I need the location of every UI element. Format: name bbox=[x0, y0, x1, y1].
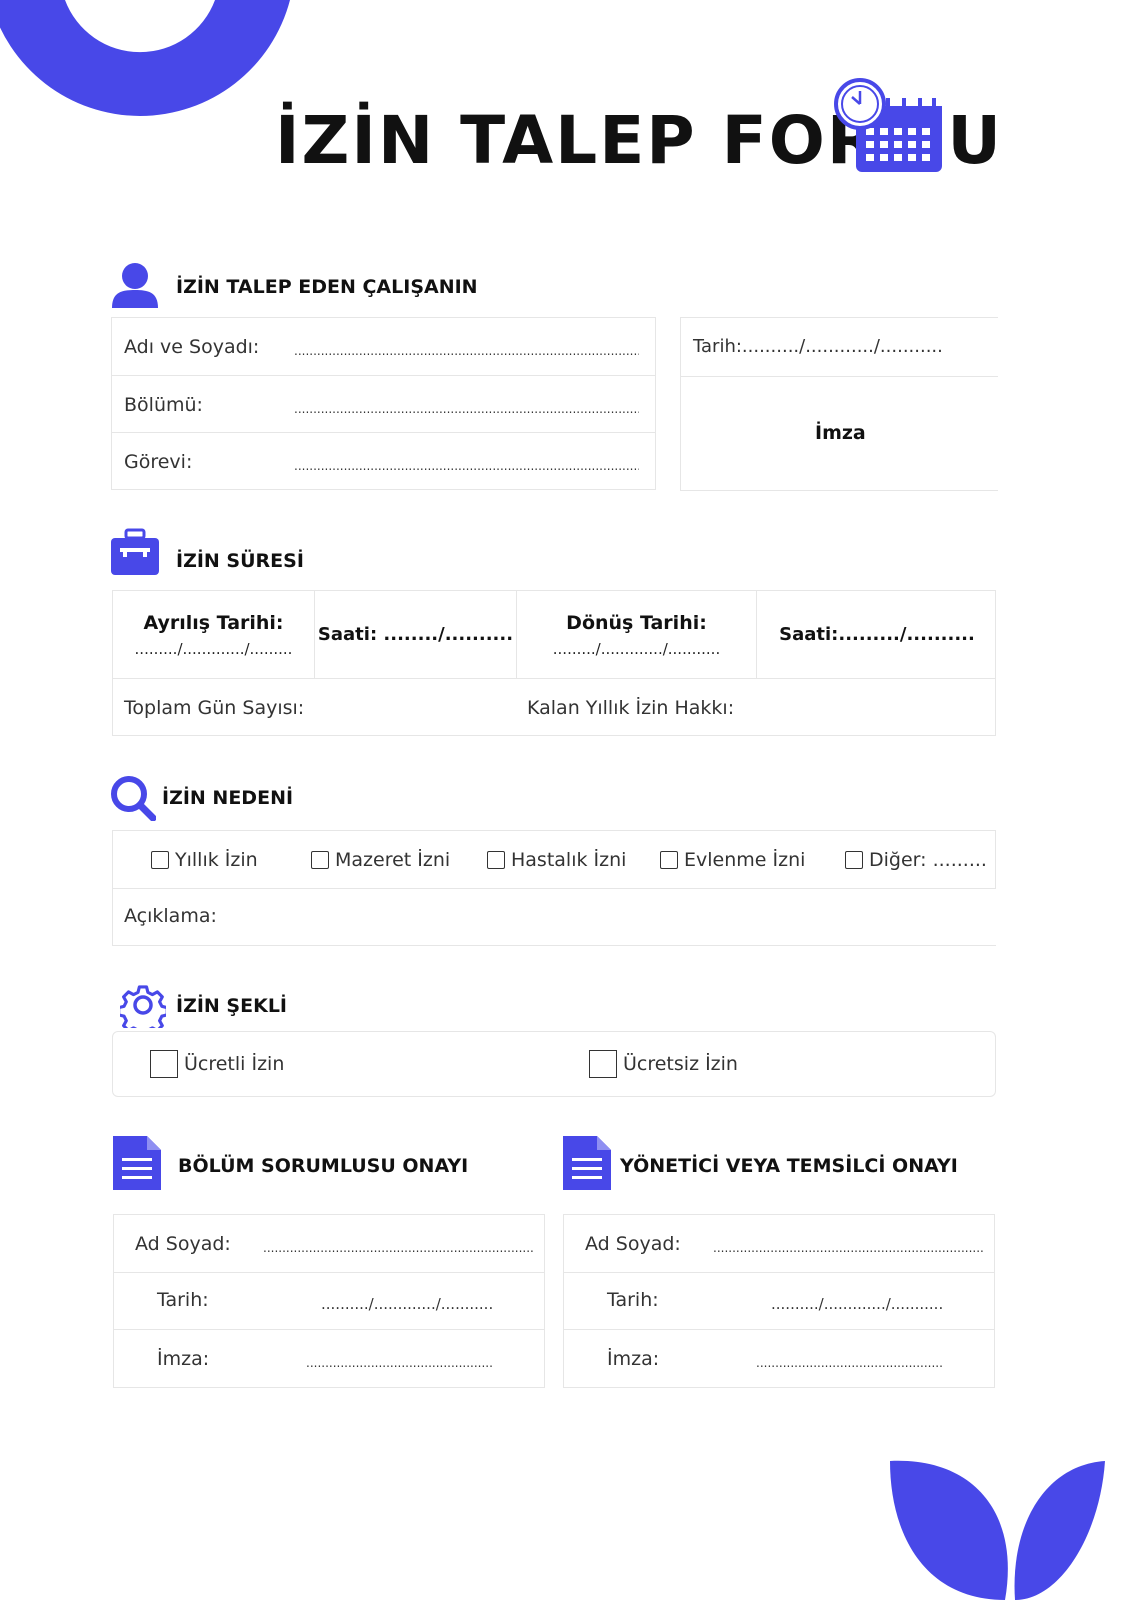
departure-label: Ayrılış Tarihi: bbox=[143, 611, 284, 634]
document-icon bbox=[113, 1136, 161, 1190]
checkbox[interactable] bbox=[589, 1050, 617, 1078]
role-field[interactable]: ........................................… bbox=[294, 459, 639, 473]
dept-row: Bölümü: ................................… bbox=[112, 376, 655, 433]
checkbox[interactable] bbox=[487, 851, 505, 869]
reason-box: Yıllık İzin Mazeret İzni Hastalık İzni E… bbox=[112, 830, 996, 946]
checkbox[interactable] bbox=[151, 851, 169, 869]
search-icon bbox=[111, 776, 156, 821]
employee-signature-label: İmza bbox=[815, 422, 866, 444]
decor-ring bbox=[0, 0, 290, 116]
mgr-approval-date-row: Tarih: ........../............./........… bbox=[564, 1273, 994, 1330]
mgr-approval-name-field[interactable]: ........................................… bbox=[713, 1241, 983, 1255]
remaining-leave-label[interactable]: Kalan Yıllık İzin Hakkı: bbox=[527, 697, 734, 719]
employee-info-box: Adı ve Soyadı: .........................… bbox=[111, 317, 656, 490]
dept-approval-name-row: Ad Soyad: ..............................… bbox=[114, 1215, 544, 1273]
dept-approval-box: Ad Soyad: ..............................… bbox=[113, 1214, 545, 1388]
mgr-approval-sign-field[interactable]: ........................................… bbox=[756, 1356, 942, 1370]
role-label: Görevi: bbox=[124, 451, 193, 473]
option-sick[interactable]: Hastalık İzni bbox=[487, 849, 626, 871]
dept-approval-date-label: Tarih: bbox=[157, 1289, 209, 1311]
calendar-clock-icon bbox=[834, 78, 942, 172]
name-field[interactable]: ........................................… bbox=[294, 344, 639, 358]
total-days-label[interactable]: Toplam Gün Sayısı: bbox=[124, 697, 304, 719]
duration-dates-row: Ayrılış Tarihi: ........./............./… bbox=[113, 591, 995, 679]
return-time: Saati:........./.......... bbox=[779, 624, 975, 645]
mgr-approval-date-field[interactable]: ........../............./........... bbox=[771, 1295, 943, 1313]
checkbox[interactable] bbox=[150, 1050, 178, 1078]
explanation-row: Açıklama: bbox=[113, 889, 996, 946]
name-label: Adı ve Soyadı: bbox=[124, 336, 260, 358]
dept-approval-sign-row: İmza: ..................................… bbox=[114, 1330, 544, 1388]
option-other[interactable]: Diğer: ......... bbox=[845, 849, 987, 871]
mgr-approval-box: Ad Soyad: ..............................… bbox=[563, 1214, 995, 1388]
employee-heading: İZİN TALEP EDEN ÇALIŞANIN bbox=[176, 276, 478, 298]
mgr-approval-heading: YÖNETİCİ VEYA TEMSİLCİ ONAYI bbox=[620, 1155, 958, 1177]
return-label: Dönüş Tarihi: bbox=[566, 611, 707, 634]
employee-date-row: Tarih:........../............/..........… bbox=[681, 318, 998, 377]
user-icon bbox=[112, 263, 158, 308]
checkbox[interactable] bbox=[660, 851, 678, 869]
mgr-approval-sign-row: İmza: ..................................… bbox=[564, 1330, 994, 1388]
briefcase-icon bbox=[111, 528, 159, 575]
mgr-approval-date-label: Tarih: bbox=[607, 1289, 659, 1311]
employee-signature-box: Tarih:........../............/..........… bbox=[680, 317, 998, 491]
dept-approval-heading: BÖLÜM SORUMLUSU ONAYI bbox=[178, 1155, 469, 1177]
dept-approval-name-field[interactable]: ........................................… bbox=[263, 1241, 533, 1255]
type-heading: İZİN ŞEKLİ bbox=[176, 995, 287, 1017]
gear-icon bbox=[120, 985, 166, 1028]
return-date: ........./............./........... bbox=[552, 639, 721, 658]
mgr-approval-sign-label: İmza: bbox=[607, 1348, 660, 1370]
departure-time-cell[interactable]: Saati: ......../.......... bbox=[315, 591, 517, 678]
document-icon bbox=[563, 1136, 611, 1190]
dept-approval-date-field[interactable]: ........../............./........... bbox=[321, 1295, 493, 1313]
departure-cell[interactable]: Ayrılış Tarihi: ........./............./… bbox=[113, 591, 315, 678]
return-time-cell[interactable]: Saati:........./.......... bbox=[757, 591, 997, 678]
type-box: Ücretli İzin Ücretsiz İzin bbox=[112, 1031, 996, 1097]
duration-heading: İZİN SÜRESİ bbox=[176, 550, 304, 572]
departure-date: ........./............./......... bbox=[134, 639, 293, 658]
option-unpaid[interactable]: Ücretsiz İzin bbox=[589, 1050, 738, 1078]
duration-box: Ayrılış Tarihi: ........./............./… bbox=[112, 590, 996, 736]
checkbox[interactable] bbox=[311, 851, 329, 869]
option-paid[interactable]: Ücretli İzin bbox=[150, 1050, 284, 1078]
departure-time: Saati: ......../.......... bbox=[317, 624, 514, 645]
option-annual[interactable]: Yıllık İzin bbox=[151, 849, 258, 871]
mgr-approval-name-row: Ad Soyad: ..............................… bbox=[564, 1215, 994, 1273]
reason-heading: İZİN NEDENİ bbox=[162, 787, 294, 809]
option-marriage[interactable]: Evlenme İzni bbox=[660, 849, 805, 871]
decor-leaves bbox=[890, 1460, 1105, 1600]
duration-totals-row: Toplam Gün Sayısı: Kalan Yıllık İzin Hak… bbox=[113, 679, 995, 736]
checkbox[interactable] bbox=[845, 851, 863, 869]
dept-approval-sign-label: İmza: bbox=[157, 1348, 210, 1370]
reason-options-row: Yıllık İzin Mazeret İzni Hastalık İzni E… bbox=[113, 831, 996, 889]
dept-approval-name-label: Ad Soyad: bbox=[135, 1233, 231, 1255]
option-excuse[interactable]: Mazeret İzni bbox=[311, 849, 450, 871]
employee-date[interactable]: Tarih:........../............/..........… bbox=[693, 336, 943, 357]
dept-field[interactable]: ........................................… bbox=[294, 402, 639, 416]
dept-approval-sign-field[interactable]: ........................................… bbox=[306, 1356, 492, 1370]
mgr-approval-name-label: Ad Soyad: bbox=[585, 1233, 681, 1255]
dept-label: Bölümü: bbox=[124, 394, 203, 416]
name-row: Adı ve Soyadı: .........................… bbox=[112, 318, 655, 376]
return-cell[interactable]: Dönüş Tarihi: ........./............./..… bbox=[517, 591, 757, 678]
role-row: Görevi: ................................… bbox=[112, 433, 655, 490]
dept-approval-date-row: Tarih: ........../............./........… bbox=[114, 1273, 544, 1330]
explanation-label[interactable]: Açıklama: bbox=[124, 905, 217, 927]
